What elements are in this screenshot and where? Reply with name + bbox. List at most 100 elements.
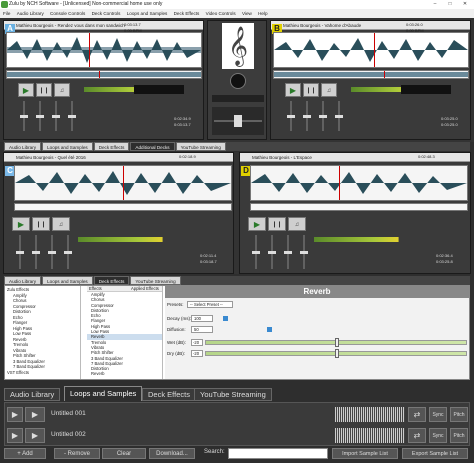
sample-2-swap-icon[interactable]: ⇄ bbox=[408, 428, 426, 443]
diffusion-slider-thumb[interactable] bbox=[267, 327, 272, 332]
remove-button[interactable]: - Remove bbox=[54, 448, 100, 459]
menu-help[interactable]: Help bbox=[258, 11, 267, 16]
tab-additional-decks[interactable]: Additional Decks bbox=[130, 142, 175, 151]
import-sample-list-button[interactable]: Import Sample List bbox=[332, 448, 398, 459]
sample-1-pitch-button[interactable]: Pitch bbox=[450, 407, 468, 422]
tab-deck-effects[interactable]: Deck Effects bbox=[93, 142, 130, 151]
master-knob[interactable] bbox=[230, 73, 246, 89]
presets-label: Presets: bbox=[167, 302, 184, 307]
decay-slider-thumb[interactable] bbox=[223, 316, 228, 321]
sample-row: ▶ ▶ Untitled 002 ⇄ Sync Pitch bbox=[5, 426, 471, 445]
deck-d-overview[interactable] bbox=[250, 203, 468, 211]
deck-a-headphones-button[interactable]: ♫ bbox=[54, 83, 70, 97]
deck-b-time: 0:03:26.0 bbox=[406, 22, 423, 27]
sample-2-play-button[interactable]: ▶ bbox=[7, 428, 23, 443]
tab-loops-samples-2[interactable]: Loops and Samples bbox=[42, 276, 93, 285]
deck-d: Mathieu Bourgeois - L'Espace D 0:02:48.3… bbox=[239, 152, 471, 274]
menu-deck-controls[interactable]: Deck Controls bbox=[92, 11, 121, 16]
sample-row: ▶ ▶ Untitled 001 ⇄ Sync Pitch bbox=[5, 405, 471, 424]
effects-list[interactable]: Effects Applied Effects Amplify Chorus Co… bbox=[87, 286, 163, 379]
deck-a-track: Mathieu Bourgeois - Rendez vous dans mon… bbox=[16, 23, 125, 28]
deck-b-pitch-bar[interactable] bbox=[401, 85, 451, 94]
deck-b-waveform[interactable] bbox=[273, 32, 469, 68]
dry-slider-thumb[interactable] bbox=[335, 349, 339, 358]
wet-label: Wet (dB): bbox=[167, 340, 186, 345]
deck-a-end-time: 0:03:13.7 bbox=[174, 122, 191, 127]
deck-d-headphones-button[interactable]: ♫ bbox=[288, 217, 306, 231]
sample-2-waveform[interactable] bbox=[335, 428, 405, 443]
deck-c-level-meter bbox=[78, 237, 198, 242]
deck-a: Mathieu Bourgeois - Rendez vous dans mon… bbox=[3, 20, 204, 140]
tree-item[interactable]: VST Effects bbox=[7, 370, 78, 376]
sample-2-sync-button[interactable]: Sync bbox=[429, 428, 447, 443]
effects-tree[interactable]: Zulu Effects Amplify Chorus Compressor D… bbox=[5, 286, 81, 379]
decay-label: Decay (ms): bbox=[167, 316, 192, 321]
deck-c-headphones-button[interactable]: ♫ bbox=[52, 217, 70, 231]
sample-1-swap-icon[interactable]: ⇄ bbox=[408, 407, 426, 422]
deck-d-play-button[interactable]: ▶ bbox=[248, 217, 266, 231]
deck-d-eq-sliders[interactable] bbox=[250, 235, 310, 269]
tab-youtube-streaming-3[interactable]: YouTube Streaming bbox=[194, 388, 272, 401]
tab-youtube-streaming-2[interactable]: YouTube Streaming bbox=[130, 276, 181, 285]
sample-1-loop-button[interactable]: ▶ bbox=[25, 407, 45, 422]
tab-deck-effects-3[interactable]: Deck Effects bbox=[142, 388, 196, 401]
sample-1-play-button[interactable]: ▶ bbox=[7, 407, 23, 422]
sample-2-loop-button[interactable]: ▶ bbox=[25, 428, 45, 443]
deck-a-eq-sliders[interactable] bbox=[18, 101, 88, 131]
dry-input[interactable]: -20 bbox=[191, 350, 203, 357]
tab-audio-library-3[interactable]: Audio Library bbox=[4, 388, 61, 401]
deck-a-pitch-time: 0:02:34.9 bbox=[174, 116, 191, 121]
deck-c-play-button[interactable]: ▶ bbox=[12, 217, 30, 231]
tab-audio-library-2[interactable]: Audio Library bbox=[4, 276, 42, 285]
crossfader[interactable] bbox=[212, 107, 264, 135]
deck-a-waveform[interactable] bbox=[6, 32, 202, 68]
tab-deck-effects-2[interactable]: Deck Effects bbox=[93, 276, 130, 285]
tab-loops-samples-3[interactable]: Loops and Samples bbox=[64, 386, 143, 401]
download-button[interactable]: Download... bbox=[149, 448, 195, 459]
deck-d-waveform[interactable] bbox=[250, 165, 468, 201]
app-icon bbox=[1, 1, 8, 8]
tab-loops-samples[interactable]: Loops and Samples bbox=[42, 142, 93, 151]
menu-console-controls[interactable]: Console Controls bbox=[50, 11, 85, 16]
deck-a-pitch-bar[interactable] bbox=[134, 85, 184, 94]
wet-input[interactable]: -20 bbox=[191, 339, 203, 346]
deck-c-overview[interactable] bbox=[14, 203, 232, 211]
tab-youtube-streaming[interactable]: YouTube Streaming bbox=[175, 142, 226, 151]
menu-deck-effects[interactable]: Deck Effects bbox=[174, 11, 200, 16]
menu-file[interactable]: File bbox=[3, 11, 10, 16]
decay-input[interactable]: 100 bbox=[191, 315, 213, 322]
deck-b-cue-button[interactable]: ❙❙ bbox=[303, 83, 319, 97]
minimize-icon[interactable]: – bbox=[428, 0, 442, 9]
effect-item[interactable]: Reverb bbox=[87, 371, 162, 376]
diffusion-input[interactable]: 50 bbox=[191, 326, 213, 333]
sample-1-sync-button[interactable]: Sync bbox=[429, 407, 447, 422]
sample-2-pitch-button[interactable]: Pitch bbox=[450, 428, 468, 443]
deck-c-eq-sliders[interactable] bbox=[14, 235, 74, 269]
deck-b-headphones-button[interactable]: ♫ bbox=[321, 83, 337, 97]
deck-b-overview[interactable] bbox=[273, 70, 469, 79]
export-sample-list-button[interactable]: Export Sample List bbox=[402, 448, 468, 459]
deck-b-eq-sliders[interactable] bbox=[285, 101, 355, 131]
sample-1-waveform[interactable] bbox=[335, 407, 405, 422]
deck-a-cue-button[interactable]: ❙❙ bbox=[36, 83, 52, 97]
menu-loops-samples[interactable]: Loops and Samples bbox=[127, 11, 168, 16]
mixer-panel: 𝄞 bbox=[207, 20, 267, 140]
close-icon[interactable]: ✕ bbox=[458, 0, 472, 9]
deck-c-waveform[interactable] bbox=[14, 165, 232, 201]
presets-select[interactable]: -- Select Preset -- bbox=[187, 301, 233, 308]
menu-view[interactable]: View bbox=[242, 11, 252, 16]
deck-a-overview[interactable] bbox=[6, 70, 202, 79]
clear-button[interactable]: Clear bbox=[102, 448, 146, 459]
maximize-icon[interactable]: □ bbox=[443, 0, 457, 9]
add-button[interactable]: + Add bbox=[4, 448, 46, 459]
deck-c-cue-button[interactable]: ❙❙ bbox=[32, 217, 50, 231]
deck-b-play-button[interactable]: ▶ bbox=[285, 83, 301, 97]
deck-b-pitch-time: 0:03:25.0 bbox=[441, 116, 458, 121]
menu-video-controls[interactable]: Video Controls bbox=[206, 11, 236, 16]
tab-audio-library[interactable]: Audio Library bbox=[4, 142, 42, 151]
search-input[interactable] bbox=[228, 448, 328, 459]
menu-audio-library[interactable]: Audio Library bbox=[17, 11, 44, 16]
wet-slider-thumb[interactable] bbox=[335, 338, 339, 347]
deck-d-cue-button[interactable]: ❙❙ bbox=[268, 217, 286, 231]
deck-a-play-button[interactable]: ▶ bbox=[18, 83, 34, 97]
